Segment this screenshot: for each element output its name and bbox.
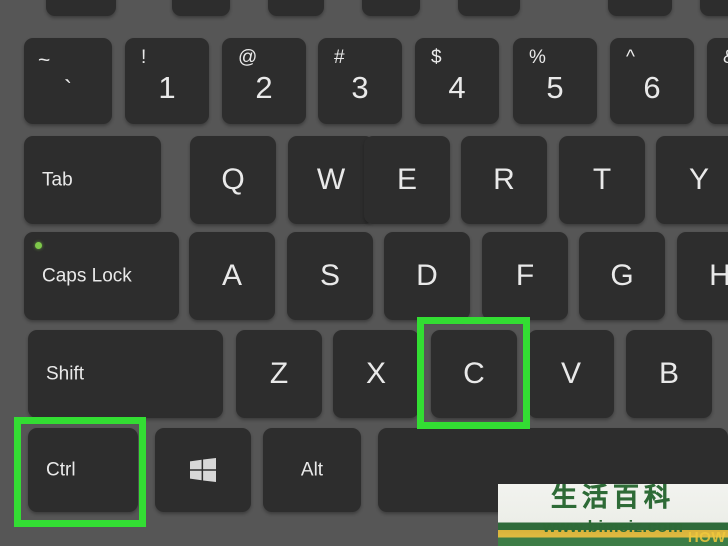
key-6-digit: 6 [643,70,661,105]
key-x-label: X [365,357,386,390]
watermark-ghost-text: HOW [687,529,726,546]
key-y[interactable]: Y [656,136,728,224]
key-e[interactable]: E [364,136,450,224]
key-caps-lock-label: Caps Lock [42,265,132,287]
key-2[interactable]: @2 [222,38,306,124]
key-windows[interactable] [155,428,251,512]
key-shift[interactable]: Shift [28,330,223,418]
key-shift-label: Shift [46,363,85,385]
key-b[interactable]: B [626,330,712,418]
key-f-partial-3[interactable] [268,0,324,16]
key-3-upper-symbol: # [334,47,345,68]
key-ctrl-label: Ctrl [46,459,76,481]
key-v-label: V [560,357,581,390]
key-backtick[interactable]: ~ ` [24,38,112,124]
key-a[interactable]: A [189,232,275,320]
caps-lock-indicator-led [35,242,42,249]
key-2-upper-symbol: @ [238,47,258,68]
key-4-upper-symbol: $ [431,47,442,68]
key-d-label: D [416,259,438,292]
key-f-partial-1[interactable] [46,0,116,16]
key-f-partial-5[interactable] [458,0,520,16]
key-3[interactable]: #3 [318,38,402,124]
key-v[interactable]: V [528,330,614,418]
key-z-label: Z [269,357,289,390]
key-f-partial-6[interactable] [608,0,672,16]
key-1-digit: 1 [158,70,176,105]
key-t[interactable]: T [559,136,645,224]
key-2-digit: 2 [255,70,273,105]
key-r[interactable]: R [461,136,547,224]
key-h[interactable]: H [677,232,728,320]
key-backtick-tilde-symbol: ~ [38,49,51,72]
key-c-label: C [463,357,485,390]
key-3-digit: 3 [351,70,369,105]
key-t-label: T [592,163,612,196]
key-5[interactable]: % 5 [513,38,597,124]
key-w[interactable]: W [288,136,374,224]
key-d[interactable]: D [384,232,470,320]
key-1[interactable]: ! 1 [125,38,209,124]
key-y-label: Y [688,163,709,196]
key-5-upper-symbol: % [529,47,546,68]
key-7[interactable]: &7 [707,38,728,124]
key-q[interactable]: Q [190,136,276,224]
key-ctrl[interactable]: Ctrl [28,428,138,512]
key-f[interactable]: F [482,232,568,320]
key-g-label: G [610,259,634,292]
key-r-label: R [493,163,515,196]
key-4-digit: 4 [448,70,466,105]
watermark-chinese-text: 生活百科 [550,484,675,513]
windows-logo-icon [190,458,216,482]
key-1-upper-symbol: ! [141,47,147,68]
keyboard-screenshot: ~`!1@2#3$4%5^6&7TabQWERTYCaps LockASDFGH… [0,0,728,546]
site-watermark: 生活百科 www.bimeiz.com HOW [498,484,728,546]
key-f-partial-7[interactable] [700,0,728,16]
key-e-label: E [396,163,417,196]
key-tab-label: Tab [42,169,73,191]
key-5-digit: 5 [546,70,564,105]
key-7-digit: 7 [707,72,728,103]
key-h-label: H [709,259,728,292]
key-f-label: F [515,259,535,292]
key-g[interactable]: G [579,232,665,320]
key-6-upper-symbol: ^ [626,47,635,68]
key-q-label: Q [221,163,245,196]
key-alt-label: Alt [300,459,324,481]
key-b-label: B [658,357,679,390]
key-7-upper-symbol: & [723,48,728,67]
key-a-label: A [221,259,242,292]
key-tab[interactable]: Tab [24,136,161,224]
key-4[interactable]: $4 [415,38,499,124]
key-f-partial-4[interactable] [362,0,420,16]
key-caps-lock[interactable]: Caps Lock [24,232,179,320]
key-alt[interactable]: Alt [263,428,361,512]
key-6[interactable]: ^ 6 [610,38,694,124]
key-c[interactable]: C [431,330,517,418]
key-z[interactable]: Z [236,330,322,418]
key-s-label: S [319,259,340,292]
key-w-label: W [316,163,346,196]
key-s[interactable]: S [287,232,373,320]
key-x[interactable]: X [333,330,419,418]
key-backtick-backtick-symbol: ` [64,76,72,103]
key-f-partial-2[interactable] [172,0,230,16]
